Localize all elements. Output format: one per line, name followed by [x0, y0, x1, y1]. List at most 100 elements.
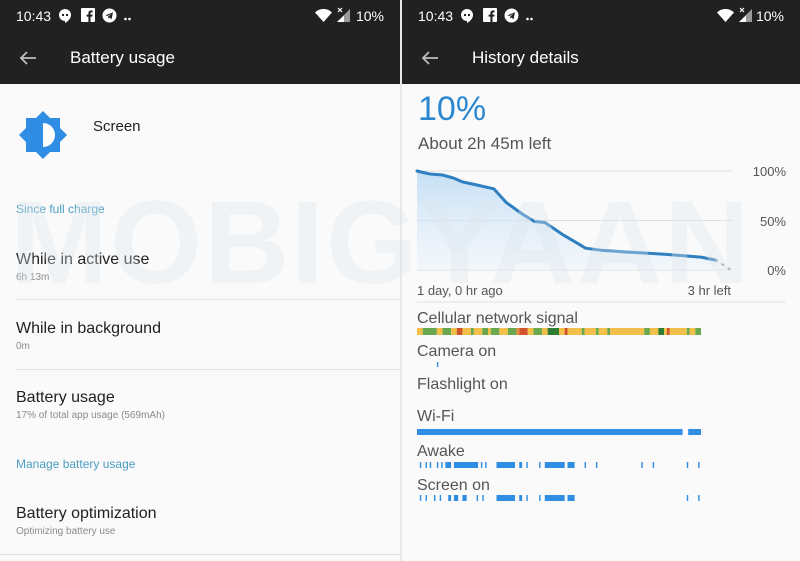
screen-on-segment — [439, 495, 442, 501]
timeline-label-screen: Screen on — [417, 477, 490, 494]
row-subtitle: Optimizing battery use — [16, 526, 116, 537]
cell-signal-no-data-icon — [739, 7, 752, 22]
y-tick-label: 0% — [767, 263, 786, 278]
awake-segment — [419, 462, 422, 468]
awake-segment — [698, 462, 700, 468]
screen-on-segment — [698, 495, 700, 501]
status-battery: 10% — [755, 8, 784, 24]
screen-on-segment — [686, 495, 689, 501]
signal-segment — [482, 328, 488, 335]
awake-segment — [641, 462, 643, 468]
camera-timeline — [436, 362, 439, 367]
awake-segment — [544, 462, 565, 468]
section-header-since-full-charge: Since full charge — [16, 202, 105, 216]
row-subtitle: 17% of total app usage (569mAh) — [16, 410, 165, 421]
signal-segment — [499, 328, 508, 335]
wifi-segment — [417, 429, 683, 435]
wifi-icon — [315, 9, 332, 22]
projected-line — [714, 259, 732, 271]
signal-segment — [598, 328, 608, 335]
screen-on-segment — [482, 495, 484, 501]
page-title: Battery usage — [70, 48, 175, 67]
signal-segment — [462, 328, 471, 335]
row-title: Battery optimization — [16, 505, 157, 522]
status-time: 10:43 — [418, 8, 454, 24]
awake-segment — [445, 462, 452, 468]
row-title: While in active use — [16, 251, 150, 268]
row-subtitle: 0m — [16, 341, 30, 352]
signal-segment — [584, 328, 596, 335]
screen-on-segment — [519, 495, 523, 501]
battery-usage-screen: 10:43 10% Battery usage Screen Since ful… — [0, 0, 400, 561]
facebook-icon — [81, 8, 95, 22]
signal-segment — [519, 328, 528, 335]
row-subtitle: 6h 13m — [16, 272, 50, 283]
signal-segment — [417, 328, 423, 335]
row-battery-optimization[interactable]: Battery optimization Optimizing battery … — [0, 490, 400, 554]
signal-segment — [686, 328, 690, 335]
awake-segment — [441, 462, 443, 468]
signal-segment — [610, 328, 645, 335]
signal-segment — [527, 328, 534, 335]
signal-segment — [516, 328, 520, 335]
signal-segment — [607, 328, 611, 335]
app-bar: 10:43 10% History details — [402, 0, 800, 84]
awake-segment — [595, 462, 598, 468]
awake-segment — [485, 462, 487, 468]
cell-signal-no-data-icon — [337, 7, 350, 22]
row-battery-usage[interactable]: Battery usage 17% of total app usage (56… — [0, 370, 400, 430]
telegram-icon — [504, 8, 519, 23]
divider — [0, 554, 400, 555]
screen-on-segment — [453, 495, 459, 501]
signal-segment — [559, 328, 565, 335]
signal-segment — [456, 328, 463, 335]
signal-segment — [470, 328, 474, 335]
awake-timeline — [419, 462, 700, 468]
signal-segment — [669, 328, 687, 335]
battery-history-chart: 100% 50% 0% 1 day, 0 hr ago 3 hr left — [415, 164, 787, 303]
hangouts-icon — [59, 9, 71, 23]
wifi-timeline — [417, 429, 701, 435]
awake-segment — [567, 462, 575, 468]
signal-segment — [644, 328, 650, 335]
screen-on-segment — [425, 495, 427, 501]
back-arrow-icon[interactable] — [16, 46, 40, 70]
screen-on-segment — [539, 495, 541, 501]
row-active-use[interactable]: While in active use 6h 13m — [0, 240, 400, 300]
timeline-label-wifi: Wi-Fi — [417, 408, 455, 425]
awake-segment — [480, 462, 483, 468]
status-battery: 10% — [355, 8, 384, 24]
signal-segment — [541, 328, 548, 335]
cellular-signal-timeline — [417, 328, 701, 335]
screen-on-segment — [567, 495, 575, 501]
screen-on-segment — [496, 495, 515, 501]
x-end-label: 3 hr left — [688, 283, 732, 298]
signal-segment — [473, 328, 483, 335]
signal-segment — [567, 328, 582, 335]
signal-segment — [436, 328, 443, 335]
app-name: Screen — [93, 118, 141, 135]
status-bar: 10:43 10% — [0, 0, 400, 32]
telegram-icon — [102, 8, 117, 23]
history-details-screen: 10:43 10% History details 10% About 2h 4… — [402, 0, 800, 561]
awake-segment — [453, 462, 479, 468]
signal-segment — [649, 328, 659, 335]
section-header-manage-battery: Manage battery usage — [16, 457, 136, 471]
awake-segment — [539, 462, 541, 468]
awake-segment — [652, 462, 655, 468]
signal-segment — [488, 328, 491, 335]
hangouts-icon — [461, 9, 473, 23]
awake-segment — [686, 462, 689, 468]
signal-segment — [664, 328, 667, 335]
app-bar: 10:43 10% Battery usage — [0, 0, 400, 84]
y-tick-label: 50% — [760, 214, 786, 229]
back-arrow-icon[interactable] — [418, 46, 442, 70]
y-tick-label: 100% — [753, 164, 787, 179]
signal-segment — [507, 328, 517, 335]
timeline-label-cellular: Cellular network signal — [417, 310, 578, 327]
awake-segment — [436, 462, 439, 468]
status-bar: 10:43 10% — [402, 0, 800, 32]
screen-on-segment — [544, 495, 565, 501]
row-background[interactable]: While in background 0m — [0, 300, 400, 369]
timeline-label-camera: Camera on — [417, 343, 497, 360]
